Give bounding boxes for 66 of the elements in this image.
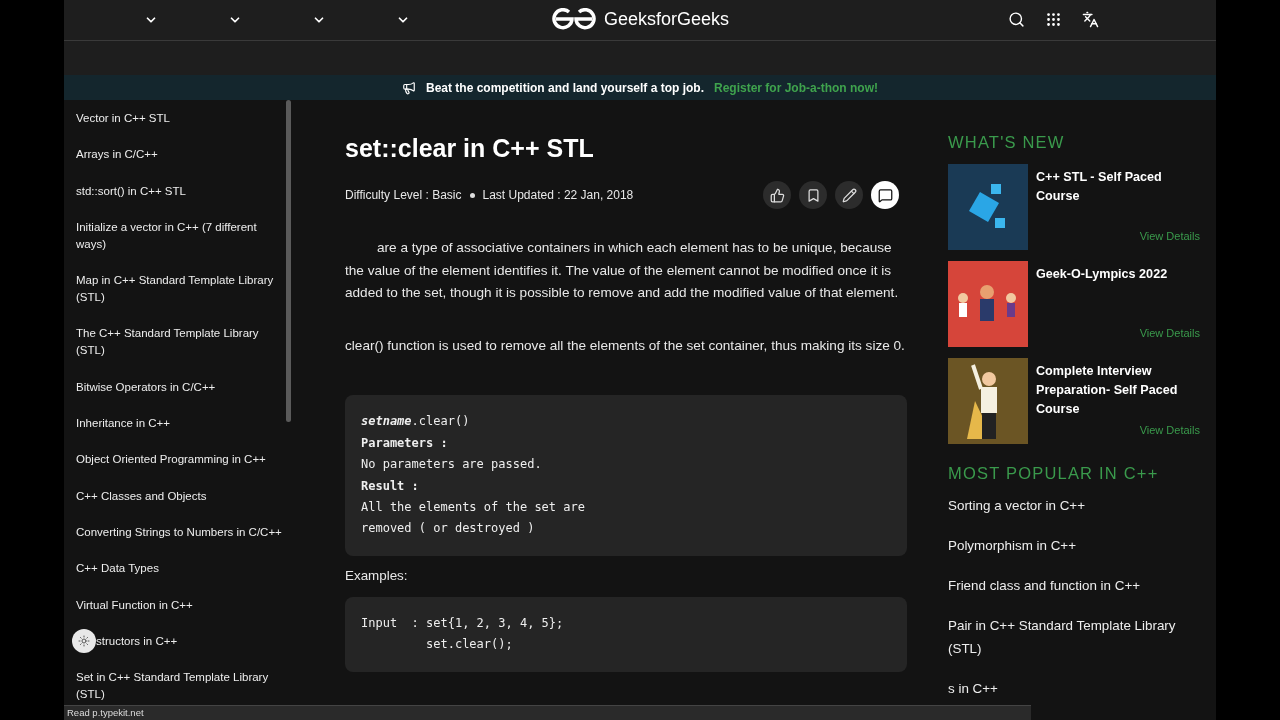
popular-article-link[interactable]: Sorting a vector in C++ [948,495,1212,518]
thumbs-up-icon [769,187,785,203]
code-line: set.clear(); [425,636,514,654]
sidebar-link[interactable]: std::sort() in C++ STL [76,182,282,200]
code-line: Input : set{1, 2, 3, 4, 5}; [361,614,565,632]
course-title[interactable]: Geek-O-Lympics 2022 [1036,265,1200,284]
comment-button[interactable] [871,181,899,209]
course-thumbnail[interactable] [948,164,1028,250]
popular-article-link[interactable]: Friend class and function in C++ [948,575,1212,598]
sidebar-link[interactable]: C++ Data Types [76,560,282,578]
section-heading: MOST POPULAR IN C++ [948,464,1160,483]
search-icon[interactable] [1008,11,1025,28]
course-thumbnail[interactable] [948,261,1028,347]
view-details-link[interactable]: View Details [1139,424,1200,436]
edit-button[interactable] [835,181,863,209]
sidebar-link[interactable]: Vector in C++ STL [76,110,282,127]
banner-text: Beat the competition and land yourself a top job. [426,80,704,95]
separator-dot [469,192,475,198]
link-status-tooltip: Read p.typekit.net [64,705,1031,720]
sidebar-link[interactable]: C++ Classes and Objects [76,487,282,505]
course-thumbnail[interactable] [948,358,1028,444]
sidebar-link[interactable]: Map in C++ Standard Template Library (STL) [76,272,282,307]
sidebar-link[interactable]: Initialize a vector in C++ (7 different ways) [76,218,282,253]
sidebar-link[interactable]: Arrays in C/C++ [76,146,282,164]
code-line: removed ( or destroyed ) [361,520,536,538]
apps-grid-icon[interactable] [1045,11,1062,28]
speech-bubble-icon [877,187,893,203]
scrollbar-thumb[interactable] [286,100,291,422]
code-line: No parameters are passed. [361,456,543,474]
banner-link[interactable]: Register for Job-a-thon now! [714,80,878,95]
popular-article-link[interactable]: Pair in C++ Standard Template Library (STL) [948,615,1212,660]
theme-toggle-button[interactable] [72,629,96,654]
popular-article-link[interactable]: s in C++ [948,677,1212,700]
megaphone-icon [402,80,416,95]
section-heading: WHAT'S NEW [948,133,1066,152]
sidebar-link[interactable]: Converting Strings to Numbers in C/C++ [76,523,282,541]
sidebar-link[interactable]: Inheritance in C++ [76,415,282,433]
course-title[interactable]: C++ STL - Self Paced Course [1036,168,1200,206]
sidebar-link[interactable]: The C++ Standard Template Library (STL) [76,325,282,360]
course-title[interactable]: Complete Interview Preparation- Self Paced Course [1036,362,1200,419]
translate-icon[interactable] [1082,11,1099,28]
sidebar-link[interactable]: structors in C++ [96,632,178,650]
article-title: set::clear in C++ STL [345,134,595,163]
sun-icon [78,635,90,648]
article-paragraph: clear() function is used to remove all the elements of the set container, thus making its size 0. [345,336,906,355]
sidebar-link[interactable]: Bitwise Operators in C/C++ [76,378,282,396]
sidebar-link[interactable]: Object Oriented Programming in C++ [76,451,282,469]
bookmark-icon [805,187,821,203]
site-logo-text[interactable]: GeeksforGeeks [604,8,730,30]
last-updated: Last Updated : 22 Jan, 2018 [482,188,634,202]
popular-article-link[interactable]: Polymorphism in C++ [948,535,1212,558]
logo-icon [552,8,596,30]
code-line: Result : [361,477,420,495]
view-details-link[interactable]: View Details [1139,230,1200,242]
code-line: All the elements of the set are [361,499,586,516]
sidebar-link[interactable]: Set in C++ Standard Template Library (STL) [76,669,282,704]
difficulty-label: Difficulty Level : Basic [345,188,462,202]
bookmark-button[interactable] [799,181,827,209]
article-paragraph: are a type of associative containers in which each element has to be unique, because the value of the element identifies it. The value of the element cannot be modified once it is added to the set, though it is possible to remove and add the modified value of that element. [345,239,900,303]
sidebar-link[interactable]: Virtual Function in C++ [76,596,282,614]
pencil-icon [841,187,857,203]
code-line: Parameters : [361,434,449,452]
view-details-link[interactable]: View Details [1139,327,1200,339]
like-button[interactable] [763,181,791,209]
code-line: setname.clear() [361,413,471,431]
examples-label: Examples: [345,567,409,583]
